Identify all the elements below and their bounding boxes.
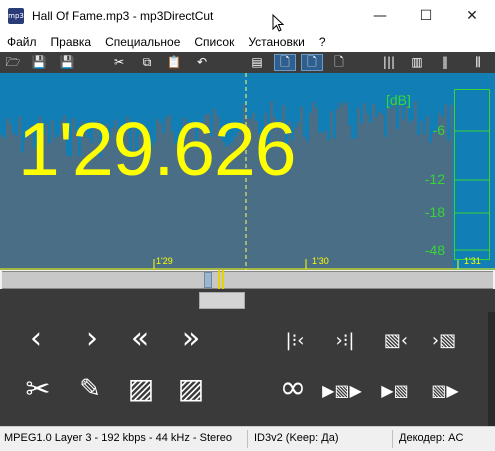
position-time: 1'29.626	[18, 107, 296, 191]
controls-panel	[0, 289, 495, 426]
fast-forward-button[interactable]: »	[176, 324, 206, 354]
play-selection-button[interactable]: ▶▧▶	[320, 378, 364, 404]
selection-start-button[interactable]: ▧‹	[380, 328, 412, 354]
zoom-scroll-thumb[interactable]	[199, 292, 245, 309]
title-bar[interactable]: mp3 Hall Of Fame.mp3 - mp3DirectCut — ☐ …	[0, 0, 495, 32]
position-cursor[interactable]	[218, 270, 224, 289]
rewind-button[interactable]: «	[125, 324, 155, 354]
menu-help[interactable]: ?	[312, 35, 333, 49]
meter-bars-icon[interactable]: |||	[378, 55, 400, 70]
menu-special[interactable]: Специальное	[98, 35, 187, 49]
edit-pencil-button[interactable]: ✎	[76, 376, 104, 402]
db-unit-label: [dB]	[386, 92, 411, 108]
undo-icon[interactable]: ↶	[193, 55, 211, 70]
cut-button[interactable]: ✂	[20, 374, 56, 406]
status-divider	[247, 430, 248, 448]
save-volume-icon[interactable]: 💾	[28, 55, 50, 70]
menu-edit[interactable]: Правка	[44, 35, 99, 49]
goto-begin-selection-button[interactable]: |⁝‹	[280, 328, 310, 354]
menu-file[interactable]: Файл	[0, 35, 44, 49]
close-button[interactable]: ✕	[449, 0, 495, 32]
status-format: MPEG1.0 Layer 3 - 192 kbps - 44 kHz - St…	[4, 432, 233, 444]
db-tick: -12	[424, 171, 445, 187]
status-divider	[392, 430, 393, 448]
goto-end-selection-button[interactable]: ›⁝|	[330, 328, 360, 354]
position-slider[interactable]	[2, 270, 493, 289]
menu-settings[interactable]: Установки	[241, 35, 311, 49]
db-tick: -48	[424, 242, 445, 258]
fade-in-button[interactable]: ▨	[126, 375, 156, 403]
prev-frame-button[interactable]: ‹	[22, 324, 50, 354]
status-decoder: Декодер: AC	[399, 432, 464, 444]
selection-end-button[interactable]: ›▧	[428, 328, 460, 354]
app-icon[interactable]: mp3	[8, 8, 24, 24]
waveform-display[interactable]: 1'29.626 [dB] -6 -12 -18 -48 1'29 1'30 1…	[0, 73, 495, 270]
status-bar: MPEG1.0 Layer 3 - 192 kbps - 44 kHz - St…	[0, 426, 495, 451]
minimize-button[interactable]: —	[357, 0, 403, 32]
db-tick: -18	[424, 204, 445, 220]
window-controls: — ☐ ✕	[357, 0, 495, 32]
page-c-icon[interactable]: 🗋	[301, 54, 323, 71]
save-list-icon[interactable]: 💾	[56, 55, 78, 70]
mouse-cursor-icon	[272, 14, 284, 32]
menu-list[interactable]: Список	[187, 35, 241, 49]
panel-edge	[488, 312, 495, 426]
fade-out-button[interactable]: ▨	[176, 375, 206, 403]
menu-bar: Файл Правка Специальное Список Установки…	[0, 32, 495, 52]
loop-button[interactable]: ∞	[276, 371, 310, 403]
app-window: mp3 Hall Of Fame.mp3 - mp3DirectCut — ☐ …	[0, 0, 495, 451]
page-b-icon[interactable]: 🗋	[274, 54, 296, 71]
paste-icon[interactable]: 📋	[165, 55, 183, 70]
toolbar: 🗁 💾 💾 ✂ ⧉ 📋 ↶ ▤ 🗋 🗋 🗋 ||| ▥ ‖ ⫼	[0, 52, 495, 73]
timeline-tick-label: 1'29	[156, 256, 173, 266]
window-title: Hall Of Fame.mp3 - mp3DirectCut	[32, 9, 214, 23]
cut-icon[interactable]: ✂	[110, 55, 128, 70]
copy-icon[interactable]: ⧉	[138, 55, 156, 70]
db-tick: -6	[432, 122, 445, 138]
status-tags: ID3v2 (Keep: Да)	[254, 432, 339, 444]
play-button[interactable]: ▧▶	[428, 378, 462, 404]
play-to-end-button[interactable]: ▶▧	[378, 378, 412, 404]
next-frame-button[interactable]: ›	[78, 324, 106, 354]
timeline-tick-label: 1'31	[464, 256, 481, 266]
meter-bars-2-icon[interactable]: ▥	[408, 55, 426, 70]
selection-marker[interactable]	[204, 272, 212, 288]
maximize-button[interactable]: ☐	[403, 0, 449, 32]
level-meter	[454, 89, 490, 260]
timeline-tick-label: 1'30	[312, 256, 329, 266]
page-d-icon[interactable]: 🗋	[330, 55, 348, 70]
columns-icon[interactable]: ⫼	[468, 55, 488, 70]
pause-bars-icon[interactable]: ‖	[436, 55, 454, 70]
open-folder-icon[interactable]: 🗁	[4, 55, 22, 70]
page-icon[interactable]: ▤	[248, 55, 266, 70]
